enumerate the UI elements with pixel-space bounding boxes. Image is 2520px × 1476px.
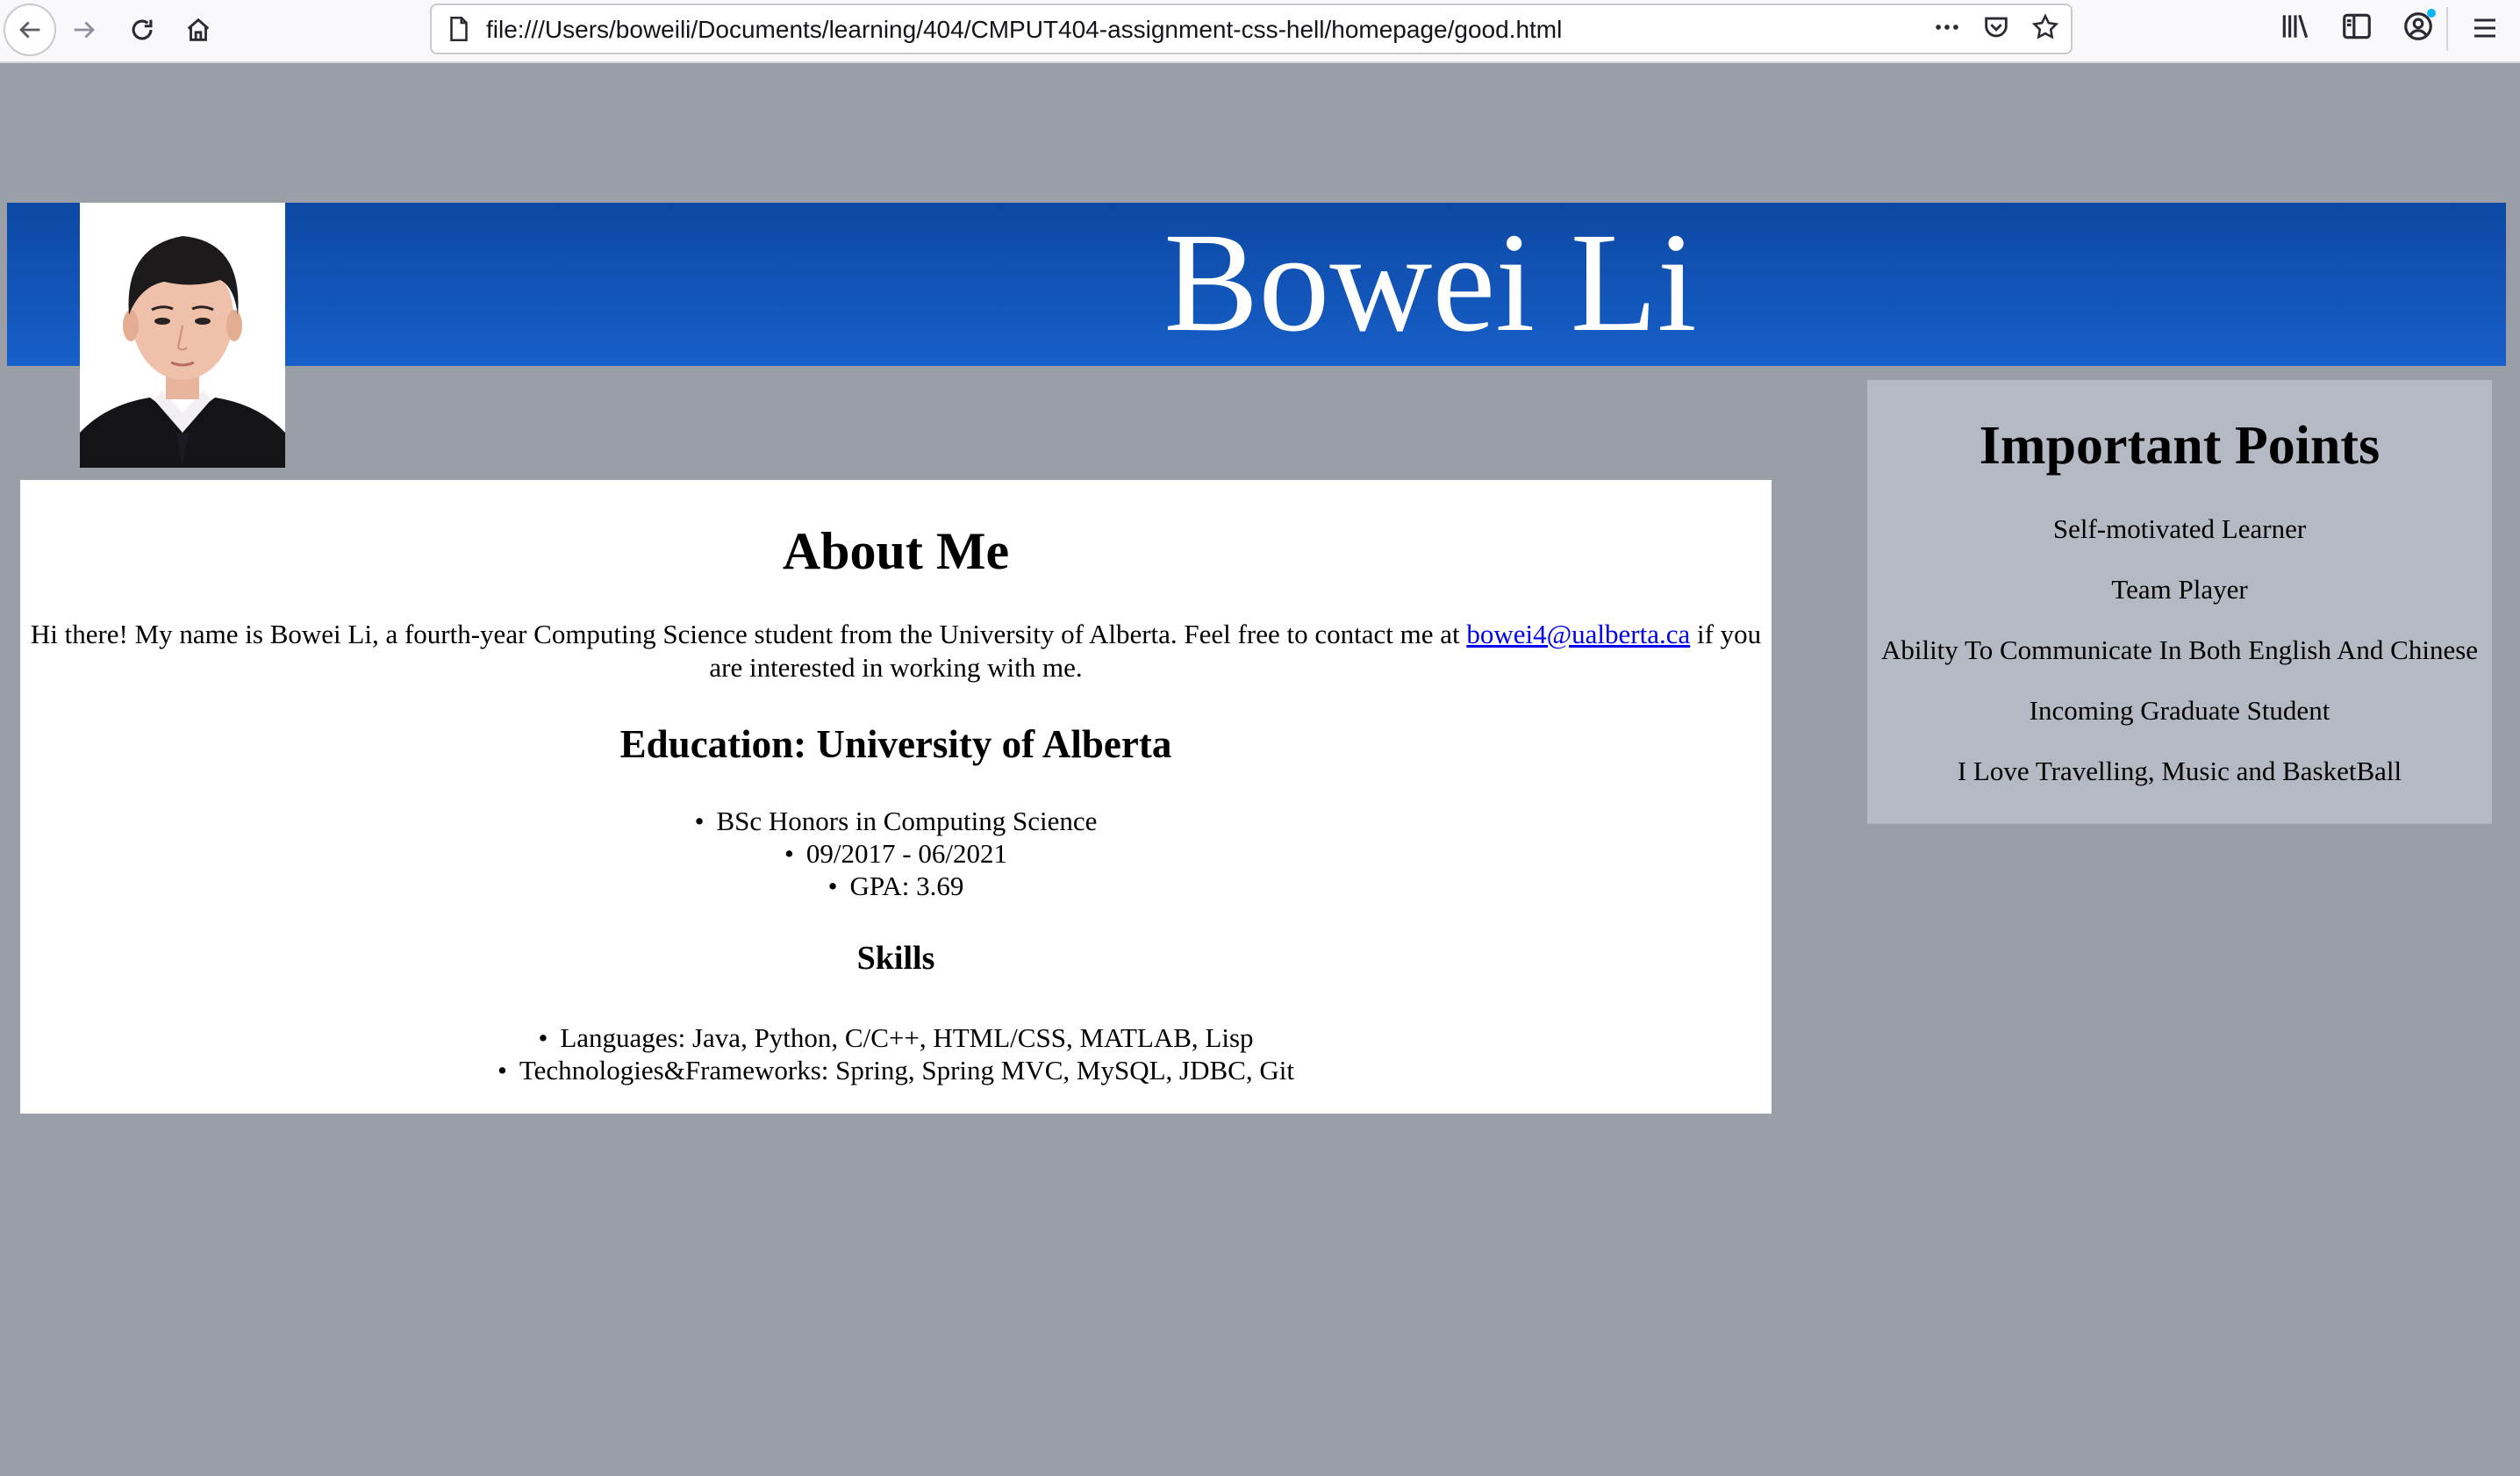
url-text[interactable]: file:///Users/boweili/Documents/learning… bbox=[486, 16, 1562, 44]
home-button[interactable] bbox=[174, 5, 223, 54]
menu-button[interactable] bbox=[2466, 9, 2504, 47]
arrow-left-icon bbox=[19, 21, 40, 39]
library-icon[interactable] bbox=[2278, 9, 2313, 44]
list-item: Team Player bbox=[2111, 574, 2248, 605]
intro-paragraph: Hi there! My name is Bowei Li, a fourth-… bbox=[20, 618, 1772, 684]
page-icon bbox=[450, 16, 468, 42]
browser-toolbar: file:///Users/boweili/Documents/learning… bbox=[0, 0, 2520, 63]
education-list: BSc Honors in Computing Science 09/2017 … bbox=[20, 805, 1772, 902]
sidebar-icon[interactable] bbox=[2339, 9, 2374, 44]
important-points-heading: Important Points bbox=[1979, 416, 2380, 476]
more-actions-icon[interactable] bbox=[1932, 12, 1962, 42]
toolbar-divider bbox=[2446, 7, 2448, 51]
url-bar[interactable]: file:///Users/boweili/Documents/learning… bbox=[430, 4, 2073, 54]
hamburger-menu-icon bbox=[2474, 18, 2495, 38]
account-icon[interactable] bbox=[2401, 9, 2436, 44]
list-item: 09/2017 - 06/2021 bbox=[20, 837, 1772, 870]
page-title: Bowei Li bbox=[1163, 204, 1697, 362]
important-points-panel: Important Points Self-motivated Learner … bbox=[1867, 380, 2492, 824]
back-button[interactable] bbox=[4, 4, 56, 56]
list-item: I Love Travelling, Music and BasketBall bbox=[1957, 756, 2402, 786]
sync-indicator bbox=[2427, 9, 2436, 18]
skills-list: Languages: Java, Python, C/C++, HTML/CSS… bbox=[20, 1021, 1772, 1086]
important-points-list: Self-motivated Learner Team Player Abili… bbox=[1867, 513, 2492, 816]
reload-icon bbox=[132, 19, 153, 40]
list-item: Languages: Java, Python, C/C++, HTML/CSS… bbox=[20, 1021, 1772, 1054]
email-link[interactable]: bowei4@ualberta.ca bbox=[1466, 619, 1690, 649]
list-item: Incoming Graduate Student bbox=[2029, 695, 2330, 726]
about-me-section: About Me Hi there! My name is Bowei Li, … bbox=[20, 480, 1772, 1114]
home-icon bbox=[187, 18, 210, 41]
skills-heading: Skills bbox=[856, 940, 935, 977]
portrait-image bbox=[80, 203, 285, 468]
pocket-icon[interactable] bbox=[1981, 12, 2011, 42]
bookmark-star-icon[interactable] bbox=[2030, 12, 2060, 42]
list-item: Self-motivated Learner bbox=[2052, 513, 2307, 544]
arrow-right-icon bbox=[74, 21, 95, 39]
list-item: GPA: 3.69 bbox=[20, 870, 1772, 902]
list-item: Ability To Communicate In Both English A… bbox=[1880, 634, 2479, 665]
list-item: BSc Honors in Computing Science bbox=[20, 805, 1772, 837]
reload-button[interactable] bbox=[118, 5, 167, 54]
forward-button[interactable] bbox=[60, 5, 109, 54]
list-item: Technologies&Frameworks: Spring, Spring … bbox=[20, 1054, 1772, 1086]
education-heading: Education: University of Alberta bbox=[619, 722, 1172, 766]
profile-photo bbox=[80, 203, 285, 468]
about-me-heading: About Me bbox=[782, 522, 1010, 580]
intro-text: Hi there! My name is Bowei Li, a fourth-… bbox=[30, 619, 1467, 649]
